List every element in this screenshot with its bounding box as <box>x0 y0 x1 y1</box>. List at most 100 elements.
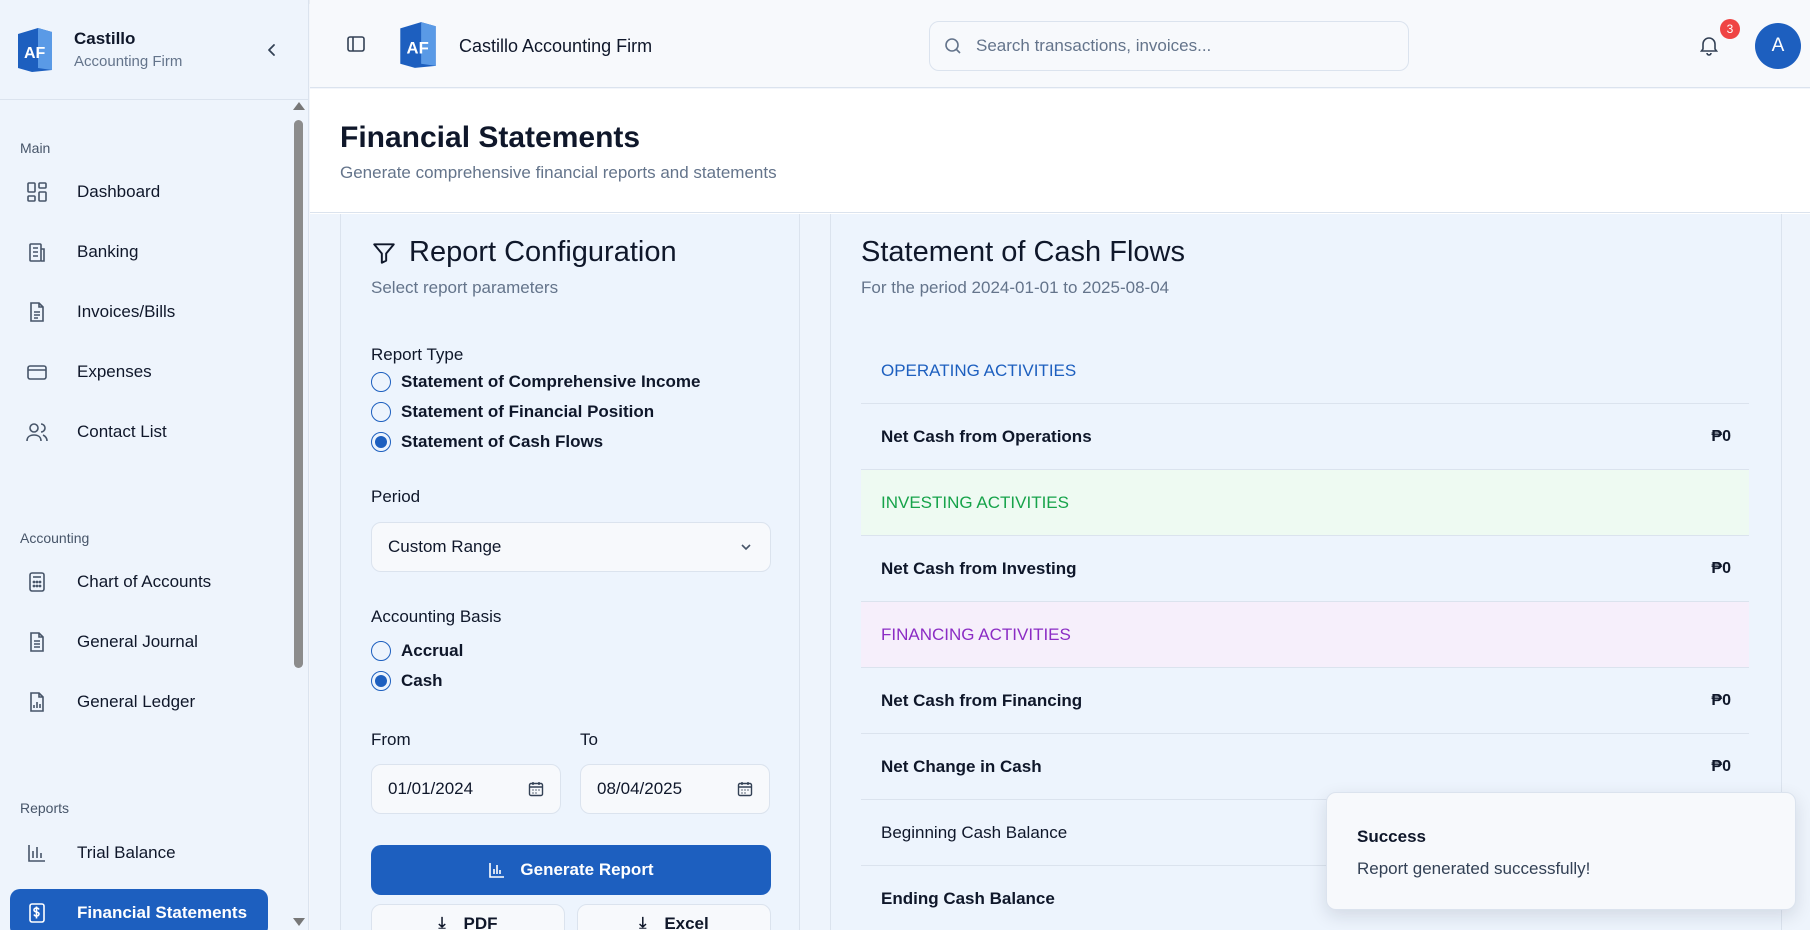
config-title: Report Configuration <box>371 236 677 269</box>
to-label: To <box>580 730 598 749</box>
row-net-cash-operations: Net Cash from Operations ₱0 <box>861 404 1749 470</box>
section-header-financing: FINANCING ACTIVITIES <box>861 602 1749 668</box>
search-input[interactable] <box>976 36 1376 56</box>
row-label: Net Cash from Operations <box>881 426 1092 446</box>
scrollbar-thumb[interactable] <box>294 120 303 668</box>
section-header-investing: INVESTING ACTIVITIES <box>861 470 1749 536</box>
firm-logo-icon: AF <box>400 22 436 68</box>
top-bar: AF Castillo Accounting Firm 3 A <box>310 0 1810 88</box>
radio-financial-position[interactable]: Statement of Financial Position <box>371 402 654 422</box>
dollar-document-icon <box>24 900 50 926</box>
export-excel-label: Excel <box>664 914 709 930</box>
app-title: Castillo Accounting Firm <box>459 36 653 56</box>
sidebar-item-general-journal[interactable]: General Journal <box>10 618 268 666</box>
generate-report-button[interactable]: Generate Report <box>371 845 771 895</box>
scroll-up-arrow-icon[interactable] <box>293 102 305 110</box>
sidebar-item-banking[interactable]: Banking <box>10 228 268 276</box>
export-pdf-label: PDF <box>463 914 498 930</box>
sidebar-item-contact-list[interactable]: Contact List <box>10 408 268 456</box>
sidebar-item-label: General Journal <box>77 632 198 651</box>
export-excel-button[interactable]: ⤓ Excel <box>577 904 771 930</box>
sidebar-item-label: Dashboard <box>77 182 161 201</box>
sidebar-item-general-ledger[interactable]: General Ledger <box>10 678 268 726</box>
bank-icon <box>24 239 50 265</box>
dashboard-icon <box>24 179 50 205</box>
config-subtitle: Select report parameters <box>371 278 559 297</box>
radio-label: Cash <box>401 671 443 690</box>
document-icon <box>24 299 50 325</box>
period-label: Period <box>371 487 421 506</box>
export-pdf-button[interactable]: ⤓ PDF <box>371 904 565 930</box>
from-date-input[interactable]: 01/01/2024 <box>371 764 561 814</box>
radio-indicator <box>371 372 391 392</box>
statement-period: For the period 2024-01-01 to 2025-08-04 <box>861 278 1170 297</box>
radio-indicator <box>371 641 391 661</box>
row-label: INVESTING ACTIVITIES <box>881 492 1069 512</box>
sidebar-item-dashboard[interactable]: Dashboard <box>10 168 268 216</box>
download-icon: ⤓ <box>438 915 446 930</box>
sidebar-item-label: Expenses <box>77 362 152 381</box>
journal-icon <box>24 629 50 655</box>
bar-chart-icon <box>489 863 505 878</box>
notifications-bell-icon[interactable] <box>1698 34 1720 56</box>
radio-cash[interactable]: Cash <box>371 671 443 691</box>
toast-message: Report generated successfully! <box>1357 859 1591 878</box>
report-type-label: Report Type <box>371 345 464 364</box>
scroll-down-arrow-icon[interactable] <box>293 918 305 926</box>
page-header: Financial Statements Generate comprehens… <box>310 89 1810 213</box>
radio-accrual[interactable]: Accrual <box>371 641 463 661</box>
sidebar-item-invoices-bills[interactable]: Invoices/Bills <box>10 288 268 336</box>
row-amount: ₱0 <box>1711 757 1731 775</box>
svg-text:AF: AF <box>24 45 46 62</box>
success-toast[interactable]: Success Report generated successfully! <box>1326 792 1796 910</box>
users-icon <box>24 419 50 445</box>
brand-subtitle: Accounting Firm <box>74 53 183 70</box>
sidebar-nav: Main Dashboard Banking Invoices/Bills Ex… <box>0 100 290 930</box>
accounting-basis-label: Accounting Basis <box>371 607 502 626</box>
toast-title: Success <box>1357 827 1426 846</box>
calendar-icon <box>528 782 544 797</box>
statement-title: Statement of Cash Flows <box>861 236 1185 268</box>
row-amount: ₱0 <box>1711 691 1731 709</box>
calculator-icon <box>24 569 50 595</box>
radio-label: Accrual <box>401 641 464 660</box>
bar-chart-icon <box>24 840 50 866</box>
radio-indicator-selected <box>371 671 391 691</box>
row-net-cash-financing: Net Cash from Financing ₱0 <box>861 668 1749 734</box>
radio-indicator <box>371 402 391 422</box>
section-header-operating: OPERATING ACTIVITIES <box>861 338 1749 404</box>
row-label: Net Change in Cash <box>881 756 1042 776</box>
sidebar-item-trial-balance[interactable]: Trial Balance <box>10 829 268 877</box>
search-bar[interactable] <box>929 21 1409 71</box>
sidebar-item-expenses[interactable]: Expenses <box>10 348 268 396</box>
to-date-input[interactable]: 08/04/2025 <box>580 764 770 814</box>
sidebar-toggle-icon[interactable] <box>346 34 366 54</box>
filter-icon <box>373 242 395 264</box>
sidebar-item-financial-statements[interactable]: Financial Statements <box>10 889 268 930</box>
sidebar-item-label: Chart of Accounts <box>77 572 212 591</box>
ledger-icon <box>24 689 50 715</box>
sidebar-item-label: Invoices/Bills <box>77 302 176 321</box>
calendar-icon <box>737 782 753 797</box>
user-avatar[interactable]: A <box>1755 23 1801 69</box>
row-label: OPERATING ACTIVITIES <box>881 360 1077 380</box>
radio-cash-flows[interactable]: Statement of Cash Flows <box>371 432 603 452</box>
section-label-reports: Reports <box>20 800 70 816</box>
row-net-cash-investing: Net Cash from Investing ₱0 <box>861 536 1749 602</box>
period-value: Custom Range <box>388 537 502 556</box>
row-net-change-cash: Net Change in Cash ₱0 <box>861 734 1749 800</box>
period-select[interactable]: Custom Range <box>371 522 771 572</box>
collapse-sidebar-chevron-left-icon[interactable] <box>262 40 282 60</box>
section-label-accounting: Accounting <box>20 530 90 546</box>
sidebar-item-chart-of-accounts[interactable]: Chart of Accounts <box>10 558 268 606</box>
radio-indicator-selected <box>371 432 391 452</box>
sidebar-scrollbar[interactable] <box>290 100 308 930</box>
sidebar-item-label: Trial Balance <box>77 843 176 862</box>
to-date-value: 08/04/2025 <box>597 779 683 798</box>
sidebar-item-label: Financial Statements <box>77 903 248 922</box>
sidebar: AF Castillo Accounting Firm Main Dashboa… <box>0 0 309 930</box>
sidebar-item-label: General Ledger <box>77 692 196 711</box>
sidebar-item-label: Banking <box>77 242 139 261</box>
radio-label: Statement of Cash Flows <box>401 432 604 451</box>
radio-comprehensive-income[interactable]: Statement of Comprehensive Income <box>371 372 700 392</box>
